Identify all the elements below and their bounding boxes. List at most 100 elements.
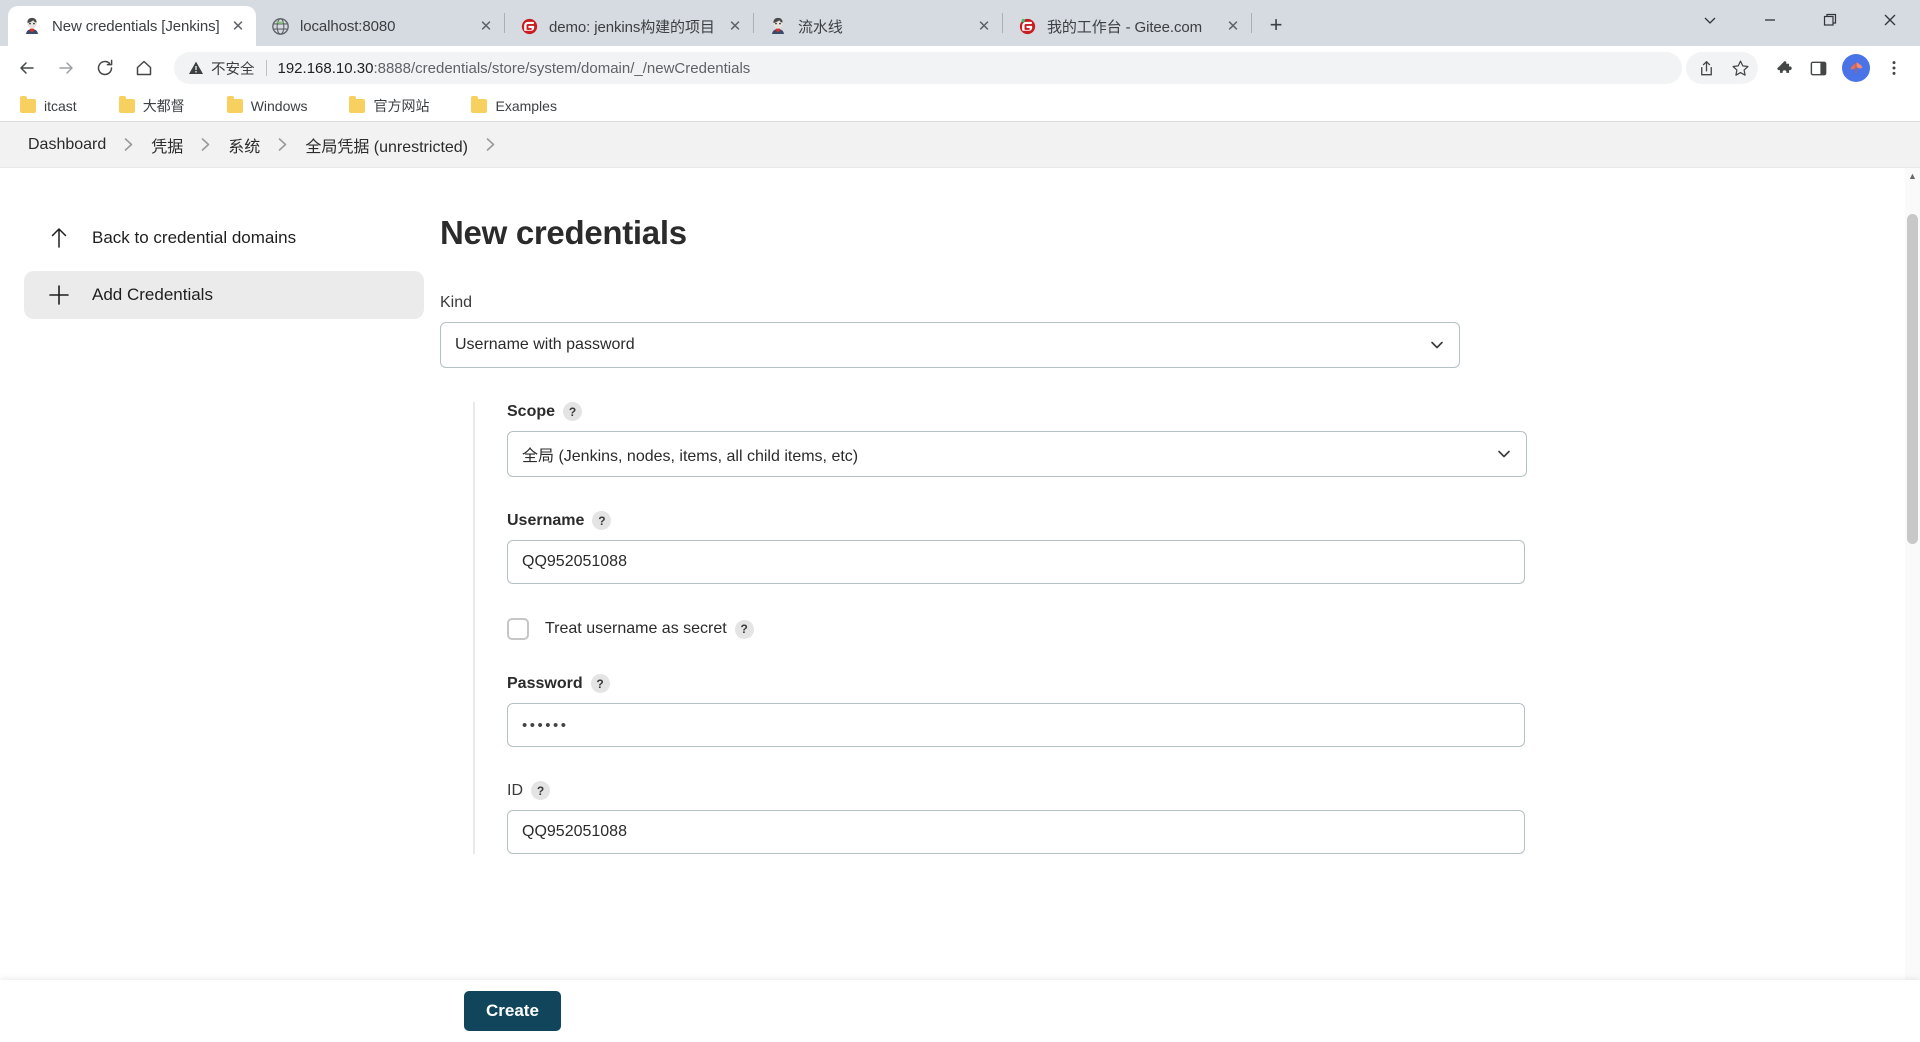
url-text: 192.168.10.30:8888/credentials/store/sys… bbox=[278, 60, 751, 77]
treat-username-as-secret-checkbox[interactable] bbox=[507, 618, 529, 640]
username-field-group: Username ? QQ952051088 bbox=[507, 511, 1920, 584]
page-title: New credentials bbox=[440, 214, 687, 251]
not-secure-warning-icon[interactable] bbox=[188, 60, 204, 76]
sidebar-item-add-credentials[interactable]: Add Credentials bbox=[24, 271, 424, 319]
url-path: :8888/credentials/store/system/domain/_/… bbox=[373, 59, 751, 77]
help-icon[interactable]: ? bbox=[592, 511, 612, 530]
minimize-icon[interactable] bbox=[1740, 0, 1800, 40]
scope-field-group: Scope ? 全局 (Jenkins, nodes, items, all c… bbox=[507, 402, 1920, 477]
tab-title: 流水线 bbox=[798, 18, 843, 36]
sidebar-item-label: Back to credential domains bbox=[92, 228, 297, 247]
breadcrumb-item-credentials[interactable]: 凭据 bbox=[145, 131, 189, 159]
breadcrumb: Dashboard 凭据 系统 全局凭据 (unrestricted) bbox=[0, 122, 1920, 168]
form-actions-bar: Create bbox=[0, 980, 1920, 1042]
side-panel-icon[interactable] bbox=[1802, 52, 1834, 84]
create-button[interactable]: Create bbox=[464, 991, 561, 1031]
treat-username-as-secret-row[interactable]: Treat username as secret ? bbox=[507, 618, 1920, 640]
password-label: Password ? bbox=[507, 674, 1920, 693]
close-icon[interactable] bbox=[1860, 0, 1920, 40]
window-controls bbox=[1680, 0, 1920, 40]
sidebar-item-label: Add Credentials bbox=[92, 285, 213, 304]
browser-tab-4[interactable]: 流水线 ✕ bbox=[754, 6, 1002, 46]
jenkins-icon bbox=[22, 16, 42, 36]
scrollbar-thumb[interactable] bbox=[1907, 214, 1918, 544]
omnibox-action-group bbox=[1686, 52, 1758, 84]
forward-arrow-icon[interactable] bbox=[49, 51, 83, 85]
bookmark-label: 大都督 bbox=[142, 97, 185, 114]
bookmark-label: Windows bbox=[250, 97, 308, 114]
help-icon[interactable]: ? bbox=[590, 674, 610, 693]
tab-title: demo: jenkins构建的项目 bbox=[549, 18, 715, 36]
breadcrumb-item-system[interactable]: 系统 bbox=[222, 131, 266, 159]
bookmark-item[interactable]: Windows bbox=[219, 94, 316, 118]
id-input-value: QQ952051088 bbox=[522, 823, 627, 840]
scope-label: Scope ? bbox=[507, 402, 1920, 421]
sidebar-item-back-to-credential-domains[interactable]: Back to credential domains bbox=[24, 214, 424, 262]
username-input[interactable]: QQ952051088 bbox=[507, 540, 1525, 584]
bookmark-item[interactable]: 大都督 bbox=[111, 92, 193, 120]
bookmark-label: 官方网站 bbox=[373, 97, 430, 114]
scroll-up-arrow-icon[interactable]: ▲ bbox=[1905, 168, 1920, 184]
kind-field-group: Kind Username with password bbox=[440, 294, 1920, 368]
folder-icon bbox=[349, 95, 366, 113]
bookmark-item[interactable]: itcast bbox=[12, 94, 85, 118]
chevron-down-icon bbox=[1429, 337, 1445, 353]
bookmark-item[interactable]: Examples bbox=[463, 94, 564, 118]
chevron-down-icon bbox=[1496, 446, 1512, 462]
tab-title: 我的工作台 - Gitee.com bbox=[1047, 18, 1202, 36]
scope-select-value: 全局 (Jenkins, nodes, items, all child ite… bbox=[522, 448, 859, 465]
scope-select[interactable]: 全局 (Jenkins, nodes, items, all child ite… bbox=[507, 431, 1527, 477]
folder-icon bbox=[226, 95, 243, 113]
tab-divider bbox=[1251, 13, 1252, 33]
browser-tab-1[interactable]: New credentials [Jenkins] ✕ bbox=[8, 6, 256, 46]
browser-tab-5[interactable]: 我的工作台 - Gitee.com ✕ bbox=[1003, 6, 1251, 46]
id-field-group: ID ? QQ952051088 bbox=[507, 781, 1920, 854]
breadcrumb-item-global-credentials[interactable]: 全局凭据 (unrestricted) bbox=[299, 131, 474, 159]
help-icon[interactable]: ? bbox=[531, 781, 550, 800]
page-scrollbar[interactable]: ▲ ▼ bbox=[1905, 168, 1920, 1042]
maximize-icon[interactable] bbox=[1800, 0, 1860, 40]
gitee-icon bbox=[1017, 16, 1037, 36]
tab-close-button[interactable]: ✕ bbox=[1221, 14, 1245, 38]
bookmark-item[interactable]: 官方网站 bbox=[341, 92, 437, 120]
three-dot-menu-icon[interactable] bbox=[1878, 52, 1910, 84]
tab-strip: New credentials [Jenkins] ✕ localhost:80… bbox=[0, 0, 1920, 46]
back-arrow-icon[interactable] bbox=[10, 51, 44, 85]
puzzle-piece-icon[interactable] bbox=[1768, 52, 1800, 84]
username-label: Username ? bbox=[507, 511, 1920, 530]
gitee-icon bbox=[519, 16, 539, 36]
tab-close-button[interactable]: ✕ bbox=[972, 14, 996, 38]
chevron-right-icon bbox=[189, 138, 222, 151]
tab-close-button[interactable]: ✕ bbox=[723, 14, 747, 38]
treat-username-as-secret-label: Treat username as secret ? bbox=[545, 619, 754, 639]
help-icon[interactable]: ? bbox=[734, 619, 754, 639]
folder-icon bbox=[471, 95, 488, 113]
home-icon[interactable] bbox=[127, 51, 161, 85]
password-field-group: Password ? •••••• bbox=[507, 674, 1920, 747]
browser-tab-2[interactable]: localhost:8080 ✕ bbox=[256, 6, 504, 46]
reload-icon[interactable] bbox=[88, 51, 122, 85]
help-icon[interactable]: ? bbox=[563, 402, 583, 421]
new-tab-button[interactable]: + bbox=[1258, 7, 1294, 43]
tab-close-button[interactable]: ✕ bbox=[474, 14, 498, 38]
browser-tab-3[interactable]: demo: jenkins构建的项目 ✕ bbox=[505, 6, 753, 46]
globe-icon bbox=[270, 16, 290, 36]
address-bar[interactable]: 不安全 192.168.10.30:8888/credentials/store… bbox=[174, 52, 1682, 84]
id-input[interactable]: QQ952051088 bbox=[507, 810, 1525, 854]
folder-icon bbox=[118, 95, 135, 113]
tab-close-button[interactable]: ✕ bbox=[226, 14, 250, 38]
kind-select[interactable]: Username with password bbox=[440, 322, 1460, 368]
url-host: 192.168.10.30 bbox=[277, 59, 374, 77]
star-icon[interactable] bbox=[1724, 52, 1756, 84]
folder-icon bbox=[20, 95, 36, 113]
chevron-right-icon bbox=[112, 138, 145, 151]
breadcrumb-item-dashboard[interactable]: Dashboard bbox=[22, 134, 112, 156]
share-icon[interactable] bbox=[1690, 52, 1722, 84]
tab-title: New credentials [Jenkins] bbox=[52, 17, 220, 35]
password-input[interactable]: •••••• bbox=[507, 703, 1525, 747]
password-input-value: •••••• bbox=[522, 716, 569, 734]
tab-search-chevron-down-icon[interactable] bbox=[1680, 0, 1740, 40]
profile-avatar[interactable] bbox=[1842, 54, 1870, 82]
bookmark-label: itcast bbox=[44, 97, 77, 114]
password-label-text: Password bbox=[507, 674, 583, 692]
